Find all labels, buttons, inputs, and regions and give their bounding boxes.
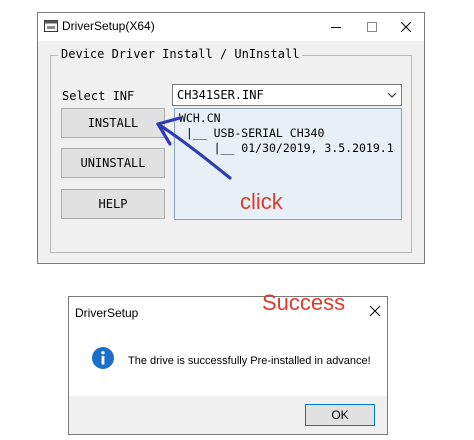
click-arrow-icon [156,116,232,180]
info-icon [92,347,114,369]
dialog-message: The drive is successfully Pre-installed … [128,355,371,367]
dialog-title: DriverSetup [75,306,139,320]
click-annotation: click [240,189,283,214]
success-annotation: Success [262,290,346,315]
dialog-close-icon[interactable] [367,303,383,319]
dialog-footer: OK [69,396,387,434]
ok-button[interactable]: OK [305,404,375,426]
driver-setup-dialog: DriverSetup The drive is successfully Pr… [68,296,388,435]
